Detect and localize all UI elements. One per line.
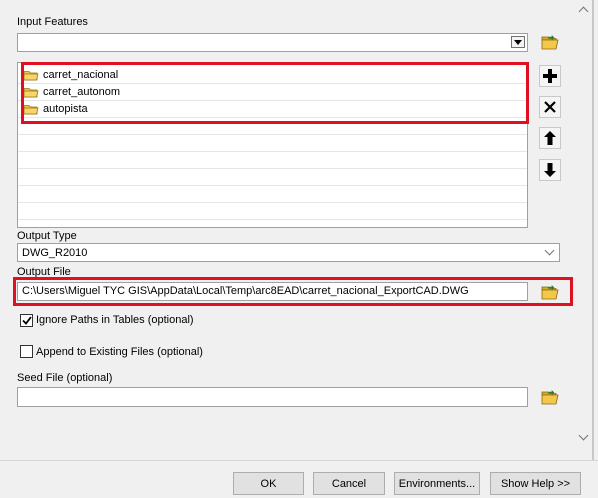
empty-row [18,203,527,220]
seed-file-input[interactable] [17,387,528,407]
add-button[interactable] [539,65,561,87]
move-down-button[interactable] [539,159,561,181]
checkmark-icon [21,316,32,325]
output-file-input[interactable]: C:\Users\Miguel TYC GIS\AppData\Local\Te… [17,282,528,301]
remove-button[interactable] [539,96,561,118]
feature-layer-icon [23,103,39,115]
seed-file-label: Seed File (optional) [17,372,113,384]
arrow-up-icon [544,131,556,145]
arrow-down-icon [544,163,556,177]
folder-open-icon [541,34,559,50]
output-type-label: Output Type [17,230,77,242]
list-item-label: carret_autonom [43,86,121,98]
empty-row [18,152,527,169]
chevron-down-icon[interactable] [578,430,589,441]
folder-open-icon [541,389,559,405]
ok-button[interactable]: OK [233,472,304,495]
chevron-down-icon[interactable] [544,245,555,256]
empty-row [18,135,527,152]
output-type-dropdown[interactable]: DWG_R2010 [17,243,560,262]
move-up-button[interactable] [539,127,561,149]
cancel-button[interactable]: Cancel [313,472,385,495]
environments-button[interactable]: Environments... [394,472,480,495]
ignore-paths-label: Ignore Paths in Tables (optional) [36,314,194,326]
list-item-label: autopista [43,103,88,115]
empty-row [18,118,527,135]
output-type-value: DWG_R2010 [22,247,88,259]
feature-layer-icon [23,69,39,81]
vertical-scrollbar[interactable] [573,0,593,452]
input-features-label: Input Features [17,16,88,28]
feature-layer-icon [23,86,39,98]
seed-file-browse-button[interactable] [539,386,561,408]
append-existing-checkbox[interactable] [20,345,33,358]
empty-row [18,169,527,186]
x-icon [544,101,556,113]
folder-open-icon [541,284,559,300]
input-features-browse-button[interactable] [539,31,561,53]
output-file-label: Output File [17,266,71,278]
empty-row [18,186,527,203]
plus-icon [543,69,557,83]
show-help-button[interactable]: Show Help >> [490,472,581,495]
list-item[interactable]: autopista [18,101,527,118]
list-item[interactable]: carret_nacional [18,67,527,84]
footer-divider [0,460,598,461]
chevron-up-icon[interactable] [578,6,589,17]
output-file-browse-button[interactable] [539,281,561,303]
output-file-value: C:\Users\Miguel TYC GIS\AppData\Local\Te… [22,285,469,297]
chevron-down-icon[interactable] [511,36,525,48]
input-features-list[interactable]: carret_nacional carret_autonom autopista [17,62,528,228]
list-item[interactable]: carret_autonom [18,84,527,101]
input-features-dropdown[interactable] [17,33,528,52]
list-item-label: carret_nacional [43,69,119,81]
append-existing-label: Append to Existing Files (optional) [36,346,203,358]
divider [592,0,594,460]
ignore-paths-checkbox[interactable] [20,314,33,327]
